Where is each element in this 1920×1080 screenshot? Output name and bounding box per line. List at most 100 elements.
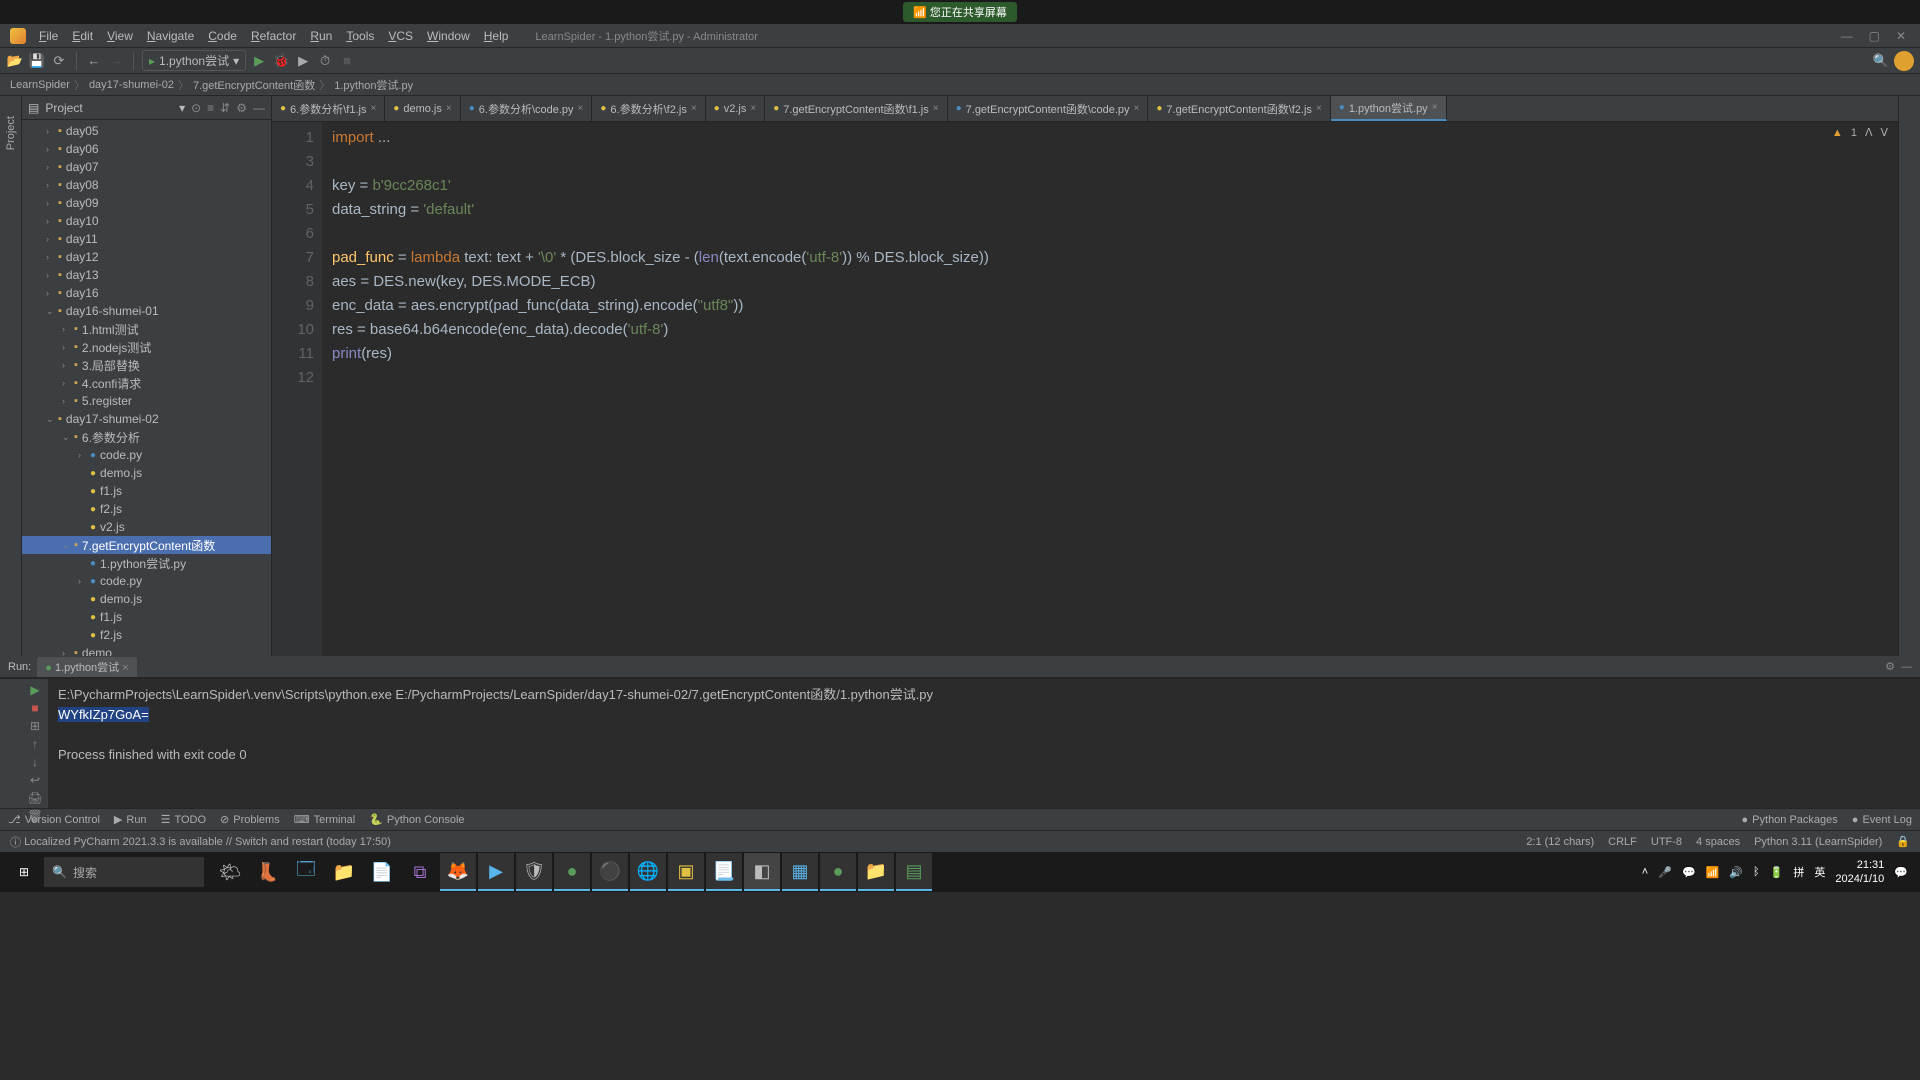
app-notes[interactable]: 📄: [364, 853, 400, 891]
app-boot[interactable]: 👢: [250, 853, 286, 891]
breadcrumb-item[interactable]: 7.getEncryptContent函数: [193, 77, 315, 93]
tray-bluetooth-icon[interactable]: ᛒ: [1753, 866, 1760, 878]
tree-item[interactable]: ⌄▪6.参数分析: [22, 428, 271, 446]
run-tab[interactable]: ● 1.python尝试 ×: [37, 657, 136, 677]
app-pycharm[interactable]: ◧: [744, 853, 780, 891]
layout-icon[interactable]: ⊞: [26, 719, 44, 733]
editor-tab[interactable]: ●7.getEncryptContent函数\f2.js×: [1148, 96, 1330, 121]
run-config-selector[interactable]: ▸ 1.python尝试 ▾: [142, 50, 246, 71]
rerun-icon[interactable]: ▶: [26, 683, 44, 697]
app-vm[interactable]: ▣: [668, 853, 704, 891]
menu-file[interactable]: File: [32, 29, 65, 43]
start-button[interactable]: ⊞: [4, 852, 44, 892]
run-output[interactable]: E:\PycharmProjects\LearnSpider\.venv\Scr…: [48, 679, 1920, 808]
tree-item[interactable]: ⌄▪7.getEncryptContent函数: [22, 536, 271, 554]
tree-item[interactable]: ›▪day12: [22, 248, 271, 266]
app-terminal[interactable]: ▶: [478, 853, 514, 891]
editor-tab[interactable]: ●7.getEncryptContent函数\f1.js×: [765, 96, 947, 121]
app-shield[interactable]: 🛡: [516, 853, 552, 891]
menu-view[interactable]: View: [100, 29, 140, 43]
close-icon[interactable]: ×: [1134, 103, 1140, 114]
tree-item[interactable]: ●v2.js: [22, 518, 271, 536]
clock[interactable]: 21:31 2024/1/10: [1835, 858, 1884, 886]
app-folder2[interactable]: 📁: [858, 853, 894, 891]
app-files[interactable]: 📁: [326, 853, 362, 891]
open-icon[interactable]: 📂: [6, 52, 24, 70]
status-item[interactable]: Python 3.11 (LearnSpider): [1754, 836, 1882, 848]
close-icon[interactable]: ×: [1316, 103, 1322, 114]
tree-item[interactable]: ›▪demo: [22, 644, 271, 656]
search-box[interactable]: 🔍 搜索: [44, 857, 204, 887]
editor-tab[interactable]: ●6.参数分析\f2.js×: [592, 96, 705, 121]
app-sheet[interactable]: ▤: [896, 853, 932, 891]
debug-icon[interactable]: 🐞: [272, 52, 290, 70]
stop-icon[interactable]: ■: [338, 52, 356, 70]
tree-item[interactable]: ›▪day07: [22, 158, 271, 176]
menu-code[interactable]: Code: [201, 29, 244, 43]
tree-item[interactable]: ›▪day06: [22, 140, 271, 158]
tool-todo[interactable]: ☰ TODO: [161, 813, 206, 826]
menu-vcs[interactable]: VCS: [381, 29, 420, 43]
tray-wifi-icon[interactable]: 📶: [1706, 866, 1720, 879]
app-explorer[interactable]: 🗔: [288, 853, 324, 891]
tray-mic-icon[interactable]: 🎤: [1658, 866, 1672, 879]
tray-volume-icon[interactable]: 🔊: [1729, 866, 1743, 879]
tree-item[interactable]: ›▪day11: [22, 230, 271, 248]
tree-item[interactable]: ›▪day16: [22, 284, 271, 302]
forward-icon[interactable]: →: [107, 52, 125, 70]
code-content[interactable]: import ... key = b'9cc268c1' data_string…: [322, 122, 1898, 656]
ime-mode[interactable]: 英: [1814, 864, 1825, 880]
tree-item[interactable]: ›▪day09: [22, 194, 271, 212]
editor-tab[interactable]: ●demo.js×: [385, 96, 460, 121]
project-tree[interactable]: ›▪day05›▪day06›▪day07›▪day08›▪day09›▪day…: [22, 120, 271, 656]
tree-item[interactable]: ›▪day05: [22, 122, 271, 140]
editor-tab[interactable]: ●6.参数分析\code.py×: [461, 96, 593, 121]
app-meet[interactable]: ▦: [782, 853, 818, 891]
back-icon[interactable]: ←: [85, 52, 103, 70]
bookmarks-label[interactable]: [0, 679, 22, 808]
app-weather[interactable]: 🌤: [212, 853, 248, 891]
gear-icon[interactable]: ⚙: [236, 101, 247, 115]
tree-item[interactable]: ›▪4.confi请求: [22, 374, 271, 392]
editor-tab[interactable]: ●1.python尝试.py×: [1331, 96, 1447, 121]
tree-item[interactable]: ›▪1.html测试: [22, 320, 271, 338]
app-doc[interactable]: 📃: [706, 853, 742, 891]
tree-item[interactable]: ›▪day13: [22, 266, 271, 284]
coverage-icon[interactable]: ▶: [294, 52, 312, 70]
close-icon[interactable]: ×: [691, 103, 697, 114]
tool-run[interactable]: ▶ Run: [114, 813, 147, 826]
tool-problems[interactable]: ⊘ Problems: [220, 813, 280, 826]
tree-item[interactable]: ›●code.py: [22, 572, 271, 590]
expand-icon[interactable]: ≡: [207, 101, 214, 115]
close-icon[interactable]: ×: [446, 103, 452, 114]
save-icon[interactable]: 💾: [28, 52, 46, 70]
tool-version-control[interactable]: ⎇ Version Control: [8, 813, 100, 826]
project-tool-label[interactable]: Project: [0, 96, 22, 656]
menu-window[interactable]: Window: [420, 29, 477, 43]
ime-lang[interactable]: 拼: [1793, 864, 1804, 880]
wrap-icon[interactable]: ↩: [26, 773, 44, 787]
breadcrumb-item[interactable]: 1.python尝试.py: [334, 77, 413, 93]
tree-item[interactable]: ●f1.js: [22, 608, 271, 626]
run-icon[interactable]: ▶: [250, 52, 268, 70]
status-item[interactable]: UTF-8: [1651, 836, 1682, 848]
stop-icon[interactable]: ■: [26, 701, 44, 715]
menu-edit[interactable]: Edit: [65, 29, 100, 43]
close-icon[interactable]: ×: [1432, 102, 1438, 113]
inspection-widget[interactable]: ▲1 ᐱ ᐯ: [1832, 126, 1888, 139]
tree-item[interactable]: ›▪day10: [22, 212, 271, 230]
minimize-icon[interactable]: —: [1841, 29, 1853, 43]
app-chrome[interactable]: 🌐: [630, 853, 666, 891]
tray-chat-icon[interactable]: 💬: [1682, 866, 1696, 879]
breadcrumb-item[interactable]: LearnSpider: [10, 79, 70, 91]
close-icon[interactable]: ×: [750, 103, 756, 114]
menu-run[interactable]: Run: [303, 29, 339, 43]
tree-item[interactable]: ›▪2.nodejs测试: [22, 338, 271, 356]
editor-tab[interactable]: ●v2.js×: [706, 96, 766, 121]
target-icon[interactable]: ⊙: [191, 101, 201, 115]
menu-help[interactable]: Help: [477, 29, 516, 43]
menu-refactor[interactable]: Refactor: [244, 29, 303, 43]
tray-chevron-icon[interactable]: ˄: [1642, 866, 1648, 878]
tree-item[interactable]: ⌄▪day16-shumei-01: [22, 302, 271, 320]
tree-item[interactable]: ●f2.js: [22, 626, 271, 644]
